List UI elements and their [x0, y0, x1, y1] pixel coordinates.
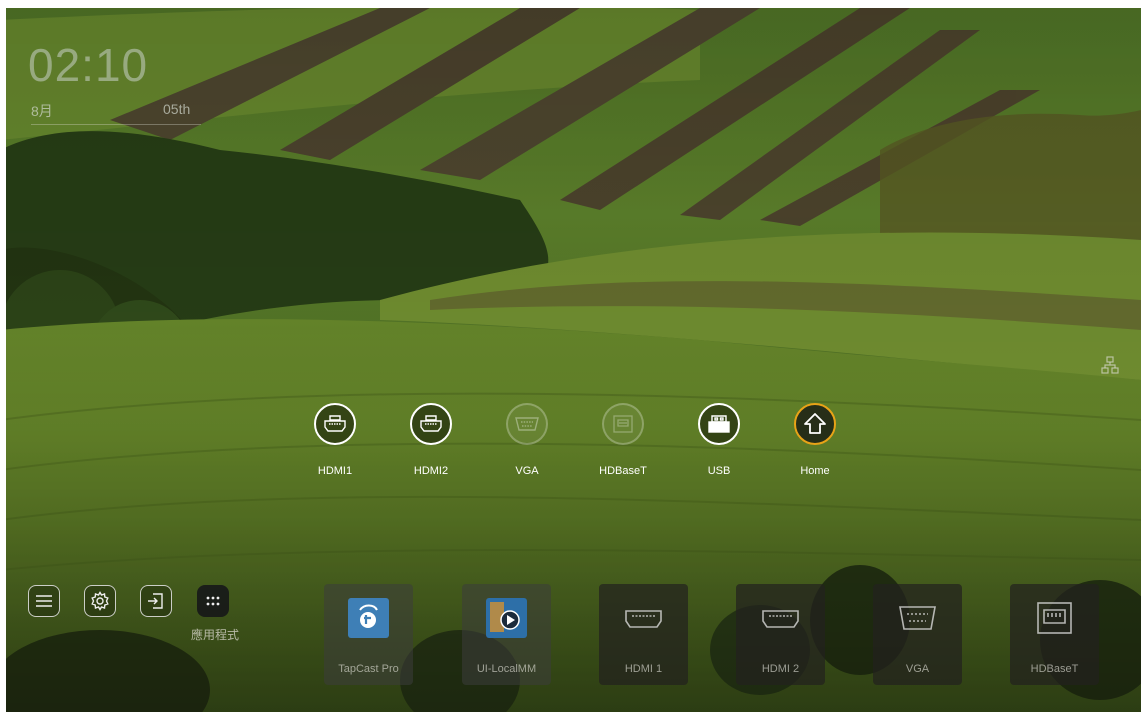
clock-day: 05th: [163, 101, 191, 117]
tile-label: HDBaseT: [1030, 663, 1079, 675]
tile-tapcast-pro[interactable]: TapCast Pro: [324, 584, 413, 685]
source-hdmi1[interactable]: HDMI1: [297, 403, 373, 477]
source-vga[interactable]: VGA: [489, 403, 565, 477]
tile-ui-localmm[interactable]: UI-LocalMM: [462, 584, 551, 685]
tile-label: VGA: [905, 663, 930, 675]
gear-icon: [91, 591, 109, 611]
source-label: HDBaseT: [599, 465, 647, 477]
frame-left-border: [0, 0, 6, 715]
input-source-button[interactable]: [140, 585, 172, 617]
vga-icon: [506, 403, 548, 445]
menu-icon: [36, 595, 52, 607]
usb-icon: [698, 403, 740, 445]
hdmi-icon: [410, 403, 452, 445]
source-hdbaset[interactable]: HDBaseT: [585, 403, 661, 477]
source-label: Home: [800, 465, 830, 477]
clock-time: 02:10: [28, 39, 149, 91]
apps-button[interactable]: [197, 585, 229, 617]
source-usb[interactable]: USB: [681, 403, 757, 477]
source-label: USB: [707, 465, 731, 477]
tile-hdmi-2[interactable]: HDMI 2: [736, 584, 825, 685]
clock-month: 8月: [31, 103, 53, 119]
source-label: VGA: [515, 465, 539, 477]
hdmi-icon: [625, 610, 662, 628]
source-label: HDMI2: [413, 465, 449, 477]
home-screen: 02:10 8月 05th HDMI1 HDMI2 VGA HDBaseT US…: [0, 0, 1141, 715]
tile-vga[interactable]: VGA: [873, 584, 962, 685]
vga-icon: [899, 606, 936, 630]
apps-label: 應用程式: [191, 628, 240, 642]
apps-grid-icon: [206, 596, 220, 606]
hdbaset-icon: [602, 403, 644, 445]
settings-button[interactable]: [84, 585, 116, 617]
input-source-icon: [148, 593, 163, 609]
tile-label: TapCast Pro: [338, 663, 399, 675]
network-icon: [1101, 356, 1119, 374]
source-label: HDMI1: [317, 465, 353, 477]
tile-label: HDMI 2: [761, 663, 800, 675]
hdmi-icon: [762, 610, 799, 628]
hdmi-icon: [314, 403, 356, 445]
source-home[interactable]: Home: [777, 403, 853, 477]
frame-top-border: [0, 0, 1141, 8]
date-divider: [31, 124, 201, 125]
local-media-app-icon: [486, 598, 527, 638]
tile-hdmi-1[interactable]: HDMI 1: [599, 584, 688, 685]
tapcast-app-icon: [348, 598, 389, 638]
tile-label: HDMI 1: [624, 663, 663, 675]
source-hdmi2[interactable]: HDMI2: [393, 403, 469, 477]
menu-button[interactable]: [28, 585, 60, 617]
tile-label: UI-LocalMM: [476, 663, 537, 675]
hdbaset-icon: [1037, 602, 1072, 634]
tile-hdbaset[interactable]: HDBaseT: [1010, 584, 1099, 685]
home-icon: [794, 403, 836, 445]
